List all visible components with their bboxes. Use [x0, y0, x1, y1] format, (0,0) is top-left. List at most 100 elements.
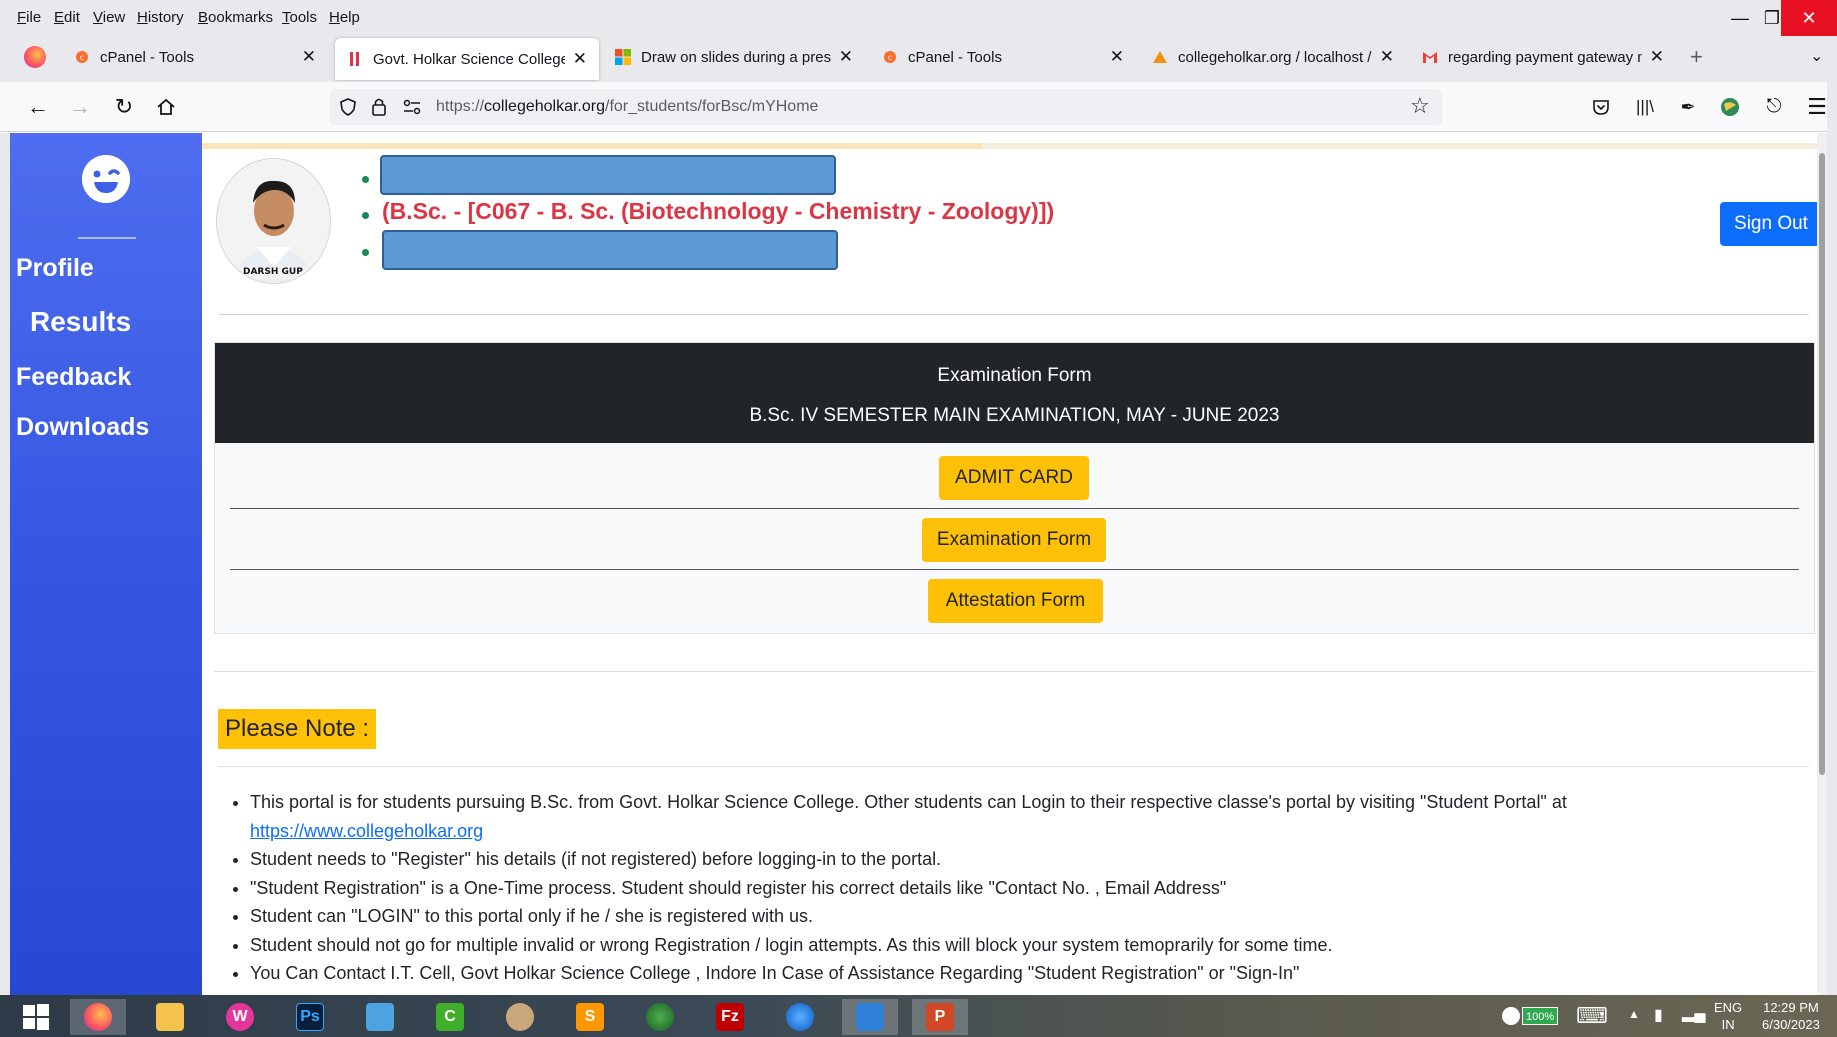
taskbar-photoshop-icon[interactable]: Ps	[282, 999, 338, 1035]
globe-icon	[646, 1003, 674, 1031]
home-icon[interactable]	[152, 93, 180, 121]
taskbar-globe-app-icon[interactable]	[632, 999, 688, 1035]
attestation-form-button[interactable]: Attestation Form	[928, 579, 1103, 623]
close-tab-icon[interactable]: ✕	[1650, 47, 1664, 67]
tab-gmail[interactable]: regarding payment gateway no ✕	[1410, 36, 1676, 78]
show-hidden-icons-chevron-icon[interactable]: ▲	[1628, 1007, 1640, 1021]
url-text[interactable]: https://collegeholkar.org/for_students/f…	[436, 98, 818, 116]
keyboard-icon[interactable]: ⌨	[1576, 1003, 1608, 1029]
sidebar-item-profile[interactable]: Profile	[16, 254, 94, 283]
clock-time: 12:29 PM	[1763, 1000, 1819, 1015]
close-tab-icon[interactable]: ✕	[302, 47, 316, 67]
clock[interactable]: 12:29 PM 6/30/2023	[1762, 999, 1820, 1033]
close-tab-icon[interactable]: ✕	[573, 49, 587, 69]
stripe-accent	[202, 143, 982, 149]
cpanel-icon: c	[76, 51, 88, 63]
bookmark-star-icon[interactable]: ☆	[1410, 93, 1430, 119]
taskbar-firefox-icon[interactable]	[70, 999, 126, 1035]
scrollbar-thumb[interactable]	[1819, 153, 1825, 775]
taskbar-wamp-icon[interactable]: W	[212, 999, 268, 1035]
sidebar: Profile Results Feedback Downloads	[10, 133, 202, 995]
eyedropper-icon[interactable]: ✒	[1674, 93, 1702, 121]
reload-icon[interactable]: ↻	[110, 93, 138, 121]
permissions-icon[interactable]	[402, 98, 422, 116]
network-icon[interactable]: ▮	[1654, 1005, 1663, 1025]
taskbar-filezilla-icon[interactable]: Fz	[702, 999, 758, 1035]
divider	[214, 671, 1815, 672]
menu-tools[interactable]: Tools	[282, 9, 317, 26]
antivirus-shield-icon[interactable]	[1502, 1007, 1520, 1025]
list-bullet	[362, 212, 369, 219]
taskbar-camtasia-icon[interactable]: C	[422, 999, 478, 1035]
close-tab-icon[interactable]: ✕	[1110, 47, 1124, 67]
sidebar-item-downloads[interactable]: Downloads	[16, 413, 149, 442]
examination-form-button[interactable]: Examination Form	[922, 518, 1106, 562]
taskbar-thunderbird-icon[interactable]	[772, 999, 828, 1035]
tracking-shield-icon[interactable]	[338, 97, 358, 117]
lock-icon[interactable]	[370, 96, 388, 118]
tab-title: regarding payment gateway no	[1448, 48, 1642, 66]
tab-cpanel-2[interactable]: c cPanel - Tools ✕	[870, 36, 1136, 78]
share-icon[interactable]: ⎋	[1760, 93, 1788, 121]
pocket-icon[interactable]	[1587, 93, 1615, 121]
wink-face-icon	[82, 155, 130, 203]
redacted-id-block	[382, 230, 838, 270]
taskbar-remote-desktop-icon[interactable]	[842, 999, 898, 1035]
new-tab-button[interactable]: +	[1690, 44, 1703, 70]
taskbar-control-panel-icon[interactable]	[352, 999, 408, 1035]
note-text: Student needs to "Register" his details …	[250, 849, 942, 869]
close-tab-icon[interactable]: ✕	[1380, 47, 1394, 67]
signal-icon[interactable]: ▂▄	[1682, 1003, 1706, 1023]
menu-history[interactable]: History	[137, 9, 184, 26]
tab-draw-on-slides[interactable]: Draw on slides during a present ✕	[603, 36, 865, 78]
menu-file[interactable]: File	[17, 9, 41, 26]
battery-indicator[interactable]: 100%	[1522, 1007, 1559, 1025]
back-arrow-icon[interactable]: ←	[24, 93, 52, 121]
url-bar[interactable]: https://collegeholkar.org/for_students/f…	[330, 89, 1442, 125]
sidebar-item-results[interactable]: Results	[30, 306, 131, 338]
tab-title: Draw on slides during a present	[641, 48, 831, 66]
sidebar-item-feedback[interactable]: Feedback	[16, 363, 131, 392]
menu-bookmarks[interactable]: Bookmarks	[198, 9, 273, 26]
cpanel-icon: c	[884, 51, 896, 63]
avatar: DARSH GUP	[216, 158, 331, 284]
tab-cpanel-1[interactable]: c cPanel - Tools ✕	[62, 36, 328, 78]
note-item: You Can Contact I.T. Cell, Govt Holkar S…	[250, 959, 1810, 988]
menu-help[interactable]: Help	[329, 9, 360, 26]
tab-list-chevron-icon[interactable]: ⌄	[1810, 46, 1823, 66]
firefox-view-icon[interactable]	[24, 46, 46, 68]
card-divider	[230, 508, 1799, 509]
camtasia-icon: C	[436, 1003, 464, 1031]
system-tray: 100% ⌨ ▲ ▮ ▂▄ ENG IN 12:29 PM 6/30/2023	[1500, 995, 1837, 1037]
taskbar-paint-icon[interactable]	[492, 999, 548, 1035]
note-text: Student can "LOGIN" to this portal only …	[250, 906, 814, 926]
library-icon[interactable]: |||\	[1631, 93, 1659, 121]
sign-out-button[interactable]: Sign Out	[1720, 202, 1822, 246]
extension-globe-icon[interactable]	[1716, 93, 1744, 121]
taskbar-file-explorer-icon[interactable]	[142, 999, 198, 1035]
menu-edit[interactable]: Edit	[54, 9, 80, 26]
wamp-icon: W	[226, 1003, 254, 1031]
windows-start-icon[interactable]	[10, 999, 62, 1035]
menu-view[interactable]: View	[93, 9, 125, 26]
forward-arrow-icon[interactable]: →	[66, 93, 94, 121]
close-tab-icon[interactable]: ✕	[839, 47, 853, 67]
tab-title: Govt. Holkar Science College	[373, 50, 565, 68]
note-item: "Student Registration" is a One-Time pro…	[250, 874, 1810, 903]
college-icon	[350, 52, 359, 66]
tab-holkar-college[interactable]: Govt. Holkar Science College ✕	[335, 38, 599, 80]
close-window-icon[interactable]: ✕	[1781, 0, 1837, 36]
card-divider	[230, 569, 1799, 570]
language-indicator[interactable]: ENG IN	[1714, 999, 1742, 1033]
tab-phpmyadmin[interactable]: collegeholkar.org / localhost / c ✕	[1140, 36, 1406, 78]
taskbar-sublime-icon[interactable]: S	[562, 999, 618, 1035]
decorative-stripe	[202, 143, 1827, 149]
taskbar-powerpoint-icon[interactable]: P	[912, 999, 968, 1035]
admit-card-button[interactable]: ADMIT CARD	[939, 456, 1089, 500]
redacted-name-block	[380, 155, 836, 195]
page-scrollbar[interactable]	[1817, 133, 1827, 995]
url-domain: collegeholkar.org	[484, 98, 605, 115]
college-website-link[interactable]: https://www.collegeholkar.org	[250, 821, 483, 841]
language-code: ENG	[1714, 1000, 1743, 1015]
clock-date: 6/30/2023	[1762, 1017, 1820, 1032]
